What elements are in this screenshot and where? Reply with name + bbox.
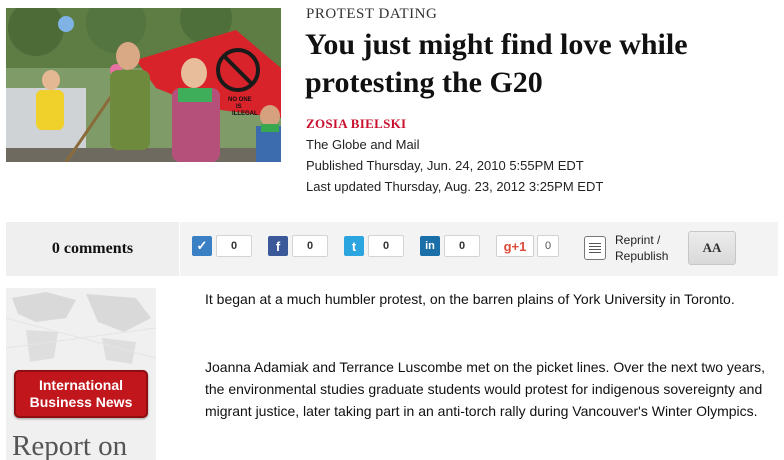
flag-text-1: NO ONE: [228, 97, 252, 103]
publication-source: The Globe and Mail: [306, 137, 420, 152]
article-photo: NO ONE IS ILLEGAL: [6, 8, 281, 162]
reprint-republish-link[interactable]: Reprint / Republish: [584, 232, 668, 264]
author-byline[interactable]: ZOSIA BIELSKI: [306, 116, 406, 132]
facebook-share[interactable]: f 0: [268, 233, 328, 259]
published-date: Published Thursday, Jun. 24, 2010 5:55PM…: [306, 158, 584, 173]
twitter-share[interactable]: t 0: [344, 233, 404, 259]
ad-badge-line2: Business News: [29, 394, 133, 410]
flag-text-3: ILLEGAL: [232, 111, 258, 117]
google-plus-icon[interactable]: g+1: [496, 235, 534, 257]
reprint-label[interactable]: Reprint / Republish: [615, 232, 668, 264]
linkedin-count: 0: [444, 235, 480, 257]
share-toolbar: 0 comments ✓ 0 f 0 t 0 in 0 g+1 0 Reprin…: [6, 222, 778, 276]
vote-count: 0: [216, 235, 252, 257]
article-paragraph: It began at a much humbler protest, on t…: [205, 291, 735, 307]
linkedin-share[interactable]: in 0: [420, 233, 480, 259]
article-headline: You just might find love while protestin…: [305, 28, 688, 99]
protest-photo-illustration: NO ONE IS ILLEGAL: [6, 8, 281, 162]
twitter-icon[interactable]: t: [344, 236, 364, 256]
checkmark-icon[interactable]: ✓: [192, 236, 212, 256]
facebook-count: 0: [292, 235, 328, 257]
ad-tagline: Report on: [12, 430, 128, 460]
google-plus-share[interactable]: g+1 0: [496, 233, 559, 259]
updated-date: Last updated Thursday, Aug. 23, 2012 3:2…: [306, 179, 604, 194]
article-kicker: PROTEST DATING: [306, 6, 438, 22]
twitter-count: 0: [368, 235, 404, 257]
ad-badge-line1: International: [38, 377, 123, 393]
comments-link[interactable]: 0 comments: [6, 222, 180, 276]
reprint-label-line2: Republish: [615, 249, 669, 263]
reprint-label-line1: Reprint /: [615, 233, 661, 247]
document-icon: [584, 236, 606, 260]
font-size-button[interactable]: AA: [688, 231, 736, 265]
google-plus-count: 0: [537, 235, 559, 257]
linkedin-icon[interactable]: in: [420, 236, 440, 256]
ad-badge[interactable]: International Business News: [14, 370, 148, 418]
article-paragraph: Joanna Adamiak and Terrance Luscombe met…: [205, 359, 766, 419]
facebook-icon[interactable]: f: [268, 236, 288, 256]
international-business-news-ad[interactable]: International Business News Report on: [6, 288, 156, 460]
vote-share[interactable]: ✓ 0: [192, 233, 252, 259]
flag-text-2: IS: [236, 104, 242, 110]
